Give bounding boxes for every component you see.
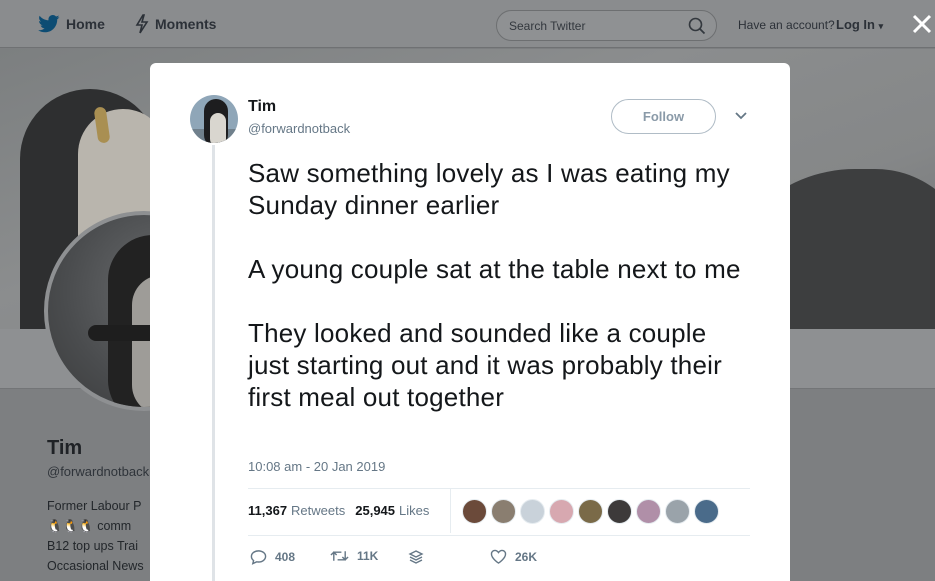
- bio-line: Occasional News: [47, 559, 144, 573]
- tweet-paragraph: A young couple sat at the table next to …: [248, 254, 741, 284]
- like-action[interactable]: 26K: [490, 549, 537, 564]
- retweet-action[interactable]: 11K: [330, 549, 378, 563]
- profile-handle: @forwardnotback: [47, 464, 150, 479]
- liker-avatars: [462, 499, 723, 524]
- bio-line: B12 top ups Trai: [47, 539, 139, 553]
- divider: [248, 488, 750, 489]
- retweet-arrows-icon: [330, 551, 349, 561]
- liker-avatar[interactable]: [462, 499, 487, 524]
- login-caret-icon: ▾: [878, 21, 884, 31]
- nav-home-label: Home: [66, 16, 105, 32]
- penguin-emoji-icon: 🐧🐧🐧: [47, 519, 94, 533]
- retweets-label: Retweets: [291, 503, 346, 518]
- thread-line: [212, 145, 215, 581]
- liker-avatar[interactable]: [636, 499, 661, 524]
- account-prompt: Have an account?: [738, 18, 835, 32]
- tweet-actions: 408 11K 26K: [248, 549, 568, 569]
- close-icon[interactable]: [910, 12, 934, 36]
- search-input[interactable]: [509, 11, 679, 40]
- author-handle[interactable]: @forwardnotback: [248, 121, 350, 136]
- nav-home[interactable]: Home: [38, 0, 105, 48]
- liker-avatar[interactable]: [491, 499, 516, 524]
- reply-action[interactable]: 408: [250, 549, 295, 565]
- nav-moments-label: Moments: [155, 16, 217, 32]
- profile-bio: Former Labour P 🐧🐧🐧 comm B12 top ups Tra…: [47, 496, 152, 576]
- like-count: 26K: [515, 549, 538, 564]
- heart-icon: [490, 549, 507, 564]
- liker-avatar[interactable]: [549, 499, 574, 524]
- bio-line: Former Labour P: [47, 499, 142, 513]
- reply-count: 408: [275, 550, 296, 564]
- search-box: [496, 10, 717, 41]
- likes-count: 25,945: [355, 503, 396, 518]
- stack-action[interactable]: [408, 549, 432, 565]
- liker-avatar[interactable]: [694, 499, 719, 524]
- likes-label: Likes: [399, 503, 430, 518]
- author-avatar[interactable]: [190, 95, 238, 143]
- tweet-text: Saw something lovely as I was eating my …: [248, 157, 753, 445]
- nav-moments[interactable]: Moments: [135, 0, 216, 48]
- profile-name: Tim: [47, 437, 83, 459]
- tweet-paragraph: Saw something lovely as I was eating my …: [248, 158, 730, 220]
- magnifier-icon[interactable]: [688, 17, 706, 35]
- liker-avatar[interactable]: [607, 499, 632, 524]
- stat-separator: [450, 489, 451, 533]
- author-name[interactable]: Tim: [248, 98, 276, 116]
- login-link[interactable]: Log In ▾: [836, 17, 883, 32]
- liker-avatar[interactable]: [578, 499, 603, 524]
- speech-bubble-icon: [250, 550, 267, 565]
- divider: [248, 535, 750, 536]
- liker-avatar[interactable]: [665, 499, 690, 524]
- retweet-count: 11K: [357, 549, 379, 563]
- tweet-stats: 11,367 Retweets 25,945 Likes: [248, 503, 429, 518]
- chevron-down-icon[interactable]: [734, 111, 748, 121]
- bio-line: 🐧🐧🐧 comm: [47, 519, 132, 533]
- retweets-count: 11,367: [248, 503, 288, 518]
- retweets-stat[interactable]: 11,367 Retweets: [248, 503, 355, 518]
- liker-avatar[interactable]: [520, 499, 545, 524]
- top-navigation-bar: Home Moments Have an account? Log In ▾: [0, 0, 935, 48]
- twitter-bird-icon: [38, 15, 60, 33]
- layers-icon: [408, 550, 424, 564]
- follow-button[interactable]: Follow: [611, 99, 716, 134]
- lightning-icon: [135, 14, 149, 34]
- tweet-permalink-modal: Tim @forwardnotback Follow Saw something…: [150, 63, 790, 581]
- tweet-paragraph: They looked and sounded like a couple ju…: [248, 318, 722, 412]
- likes-stat[interactable]: 25,945 Likes: [355, 503, 429, 518]
- tweet-timestamp[interactable]: 10:08 am - 20 Jan 2019: [248, 459, 385, 474]
- login-label: Log In: [836, 17, 875, 32]
